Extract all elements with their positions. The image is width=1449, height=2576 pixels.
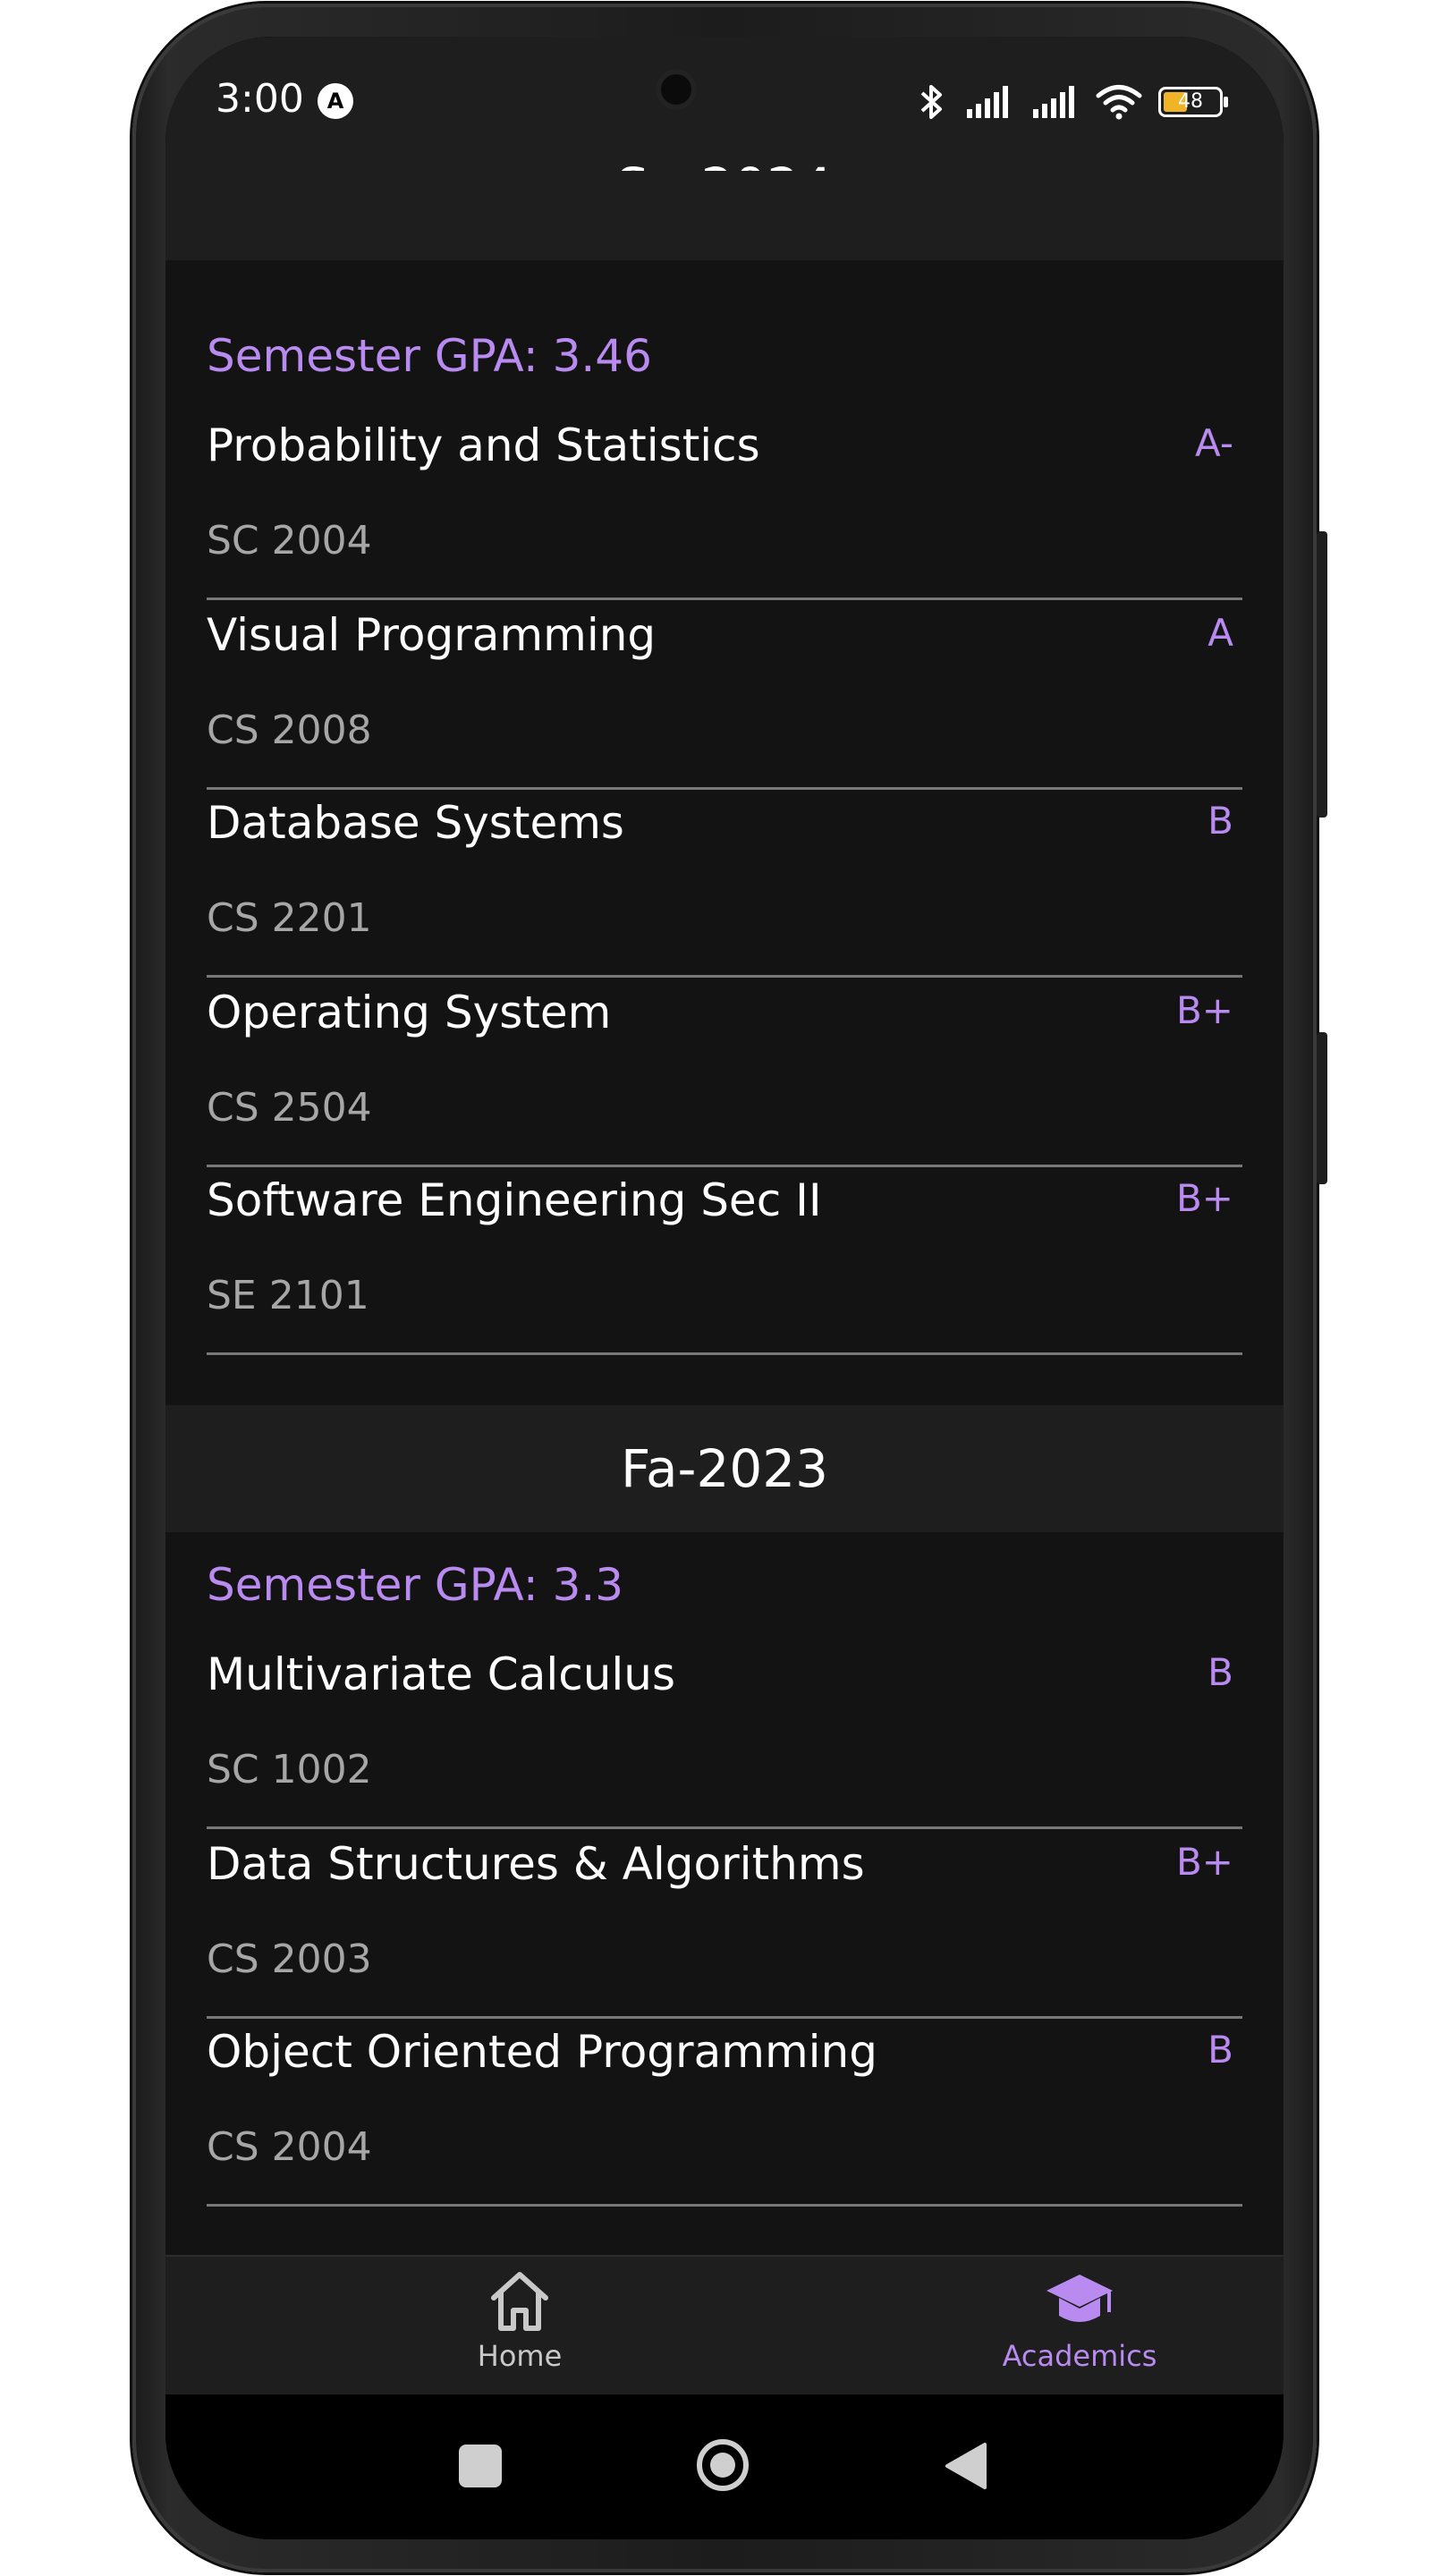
battery-level: 48 [1178,90,1203,113]
front-camera [656,69,697,110]
wifi-icon [1096,85,1142,120]
course-name: Probability and Statistics [207,419,760,471]
signal-icon [967,86,1008,118]
course-grade: B [1208,1650,1233,1694]
status-icons: 48 [917,80,1228,124]
course-row[interactable]: Object Oriented Programming CS 2004 B [207,2017,1242,2207]
course-row[interactable]: Data Structures & Algorithms CS 2003 B+ [207,1829,1242,2019]
course-name: Object Oriented Programming [207,2026,877,2078]
status-bar: 3:00 A 48 [165,37,1284,217]
power-button [1317,1032,1327,1184]
nav-home-label: Home [477,2339,563,2373]
volume-button [1317,531,1327,818]
semester-gpa: Semester GPA: 3.3 [207,1559,624,1611]
app: 3:00 A 48 Semester GPA: 3.46 Probability… [165,37,1284,2539]
semester-section-fa-2023: Semester GPA: 3.3 Multivariate Calculus … [165,1532,1284,2255]
course-code: SC 2004 [207,518,372,564]
course-name: Database Systems [207,797,624,849]
signal-icon [1033,86,1074,118]
header-sp-2024 [165,171,1284,260]
app-notification-icon: A [318,83,353,119]
course-code: SE 2101 [207,1273,369,1318]
semester-title: Fa-2023 [620,1438,829,1499]
course-code: SC 1002 [207,1747,372,1792]
course-name: Multivariate Calculus [207,1648,676,1700]
course-row[interactable]: Visual Programming CS 2008 A [207,600,1242,790]
screen: 3:00 A 48 Semester GPA: 3.46 Probability… [165,37,1284,2539]
graduation-cap-icon [1046,2275,1113,2322]
course-code: CS 2004 [207,2124,372,2170]
recents-button[interactable] [459,2445,502,2487]
semester-section-sp-2024: Semester GPA: 3.46 Probability and Stati… [165,260,1284,1405]
battery-icon: 48 [1158,87,1228,117]
course-name: Visual Programming [207,609,657,661]
back-button[interactable] [942,2441,988,2491]
course-code: CS 2504 [207,1085,372,1131]
home-button[interactable] [697,2439,749,2491]
course-row[interactable]: Database Systems CS 2201 B [207,788,1242,978]
nav-home[interactable]: Home [386,2266,654,2373]
bluetooth-icon [920,85,942,119]
nav-academics[interactable]: Academics [945,2266,1214,2373]
course-row[interactable]: Software Engineering Sec II SE 2101 B+ [207,1165,1242,1355]
course-grade: A [1208,611,1233,655]
course-grade: B+ [1175,1176,1233,1220]
course-code: CS 2003 [207,1936,372,1982]
course-name: Data Structures & Algorithms [207,1838,865,1890]
course-grade: B [1208,2028,1233,2072]
semester-gpa: Semester GPA: 3.46 [207,330,652,382]
course-name: Software Engineering Sec II [207,1174,822,1226]
status-time: 3:00 [216,76,304,122]
system-navigation-bar [165,2394,1284,2539]
course-grade: B [1208,799,1233,843]
header-fa-2023: Fa-2023 [165,1405,1284,1532]
course-code: CS 2201 [207,895,372,941]
bottom-navigation: Home Academics [165,2255,1284,2396]
course-name: Operating System [207,987,612,1038]
phone-frame: 3:00 A 48 Semester GPA: 3.46 Probability… [132,4,1327,2572]
course-row[interactable]: Multivariate Calculus SC 1002 B [207,1640,1242,1829]
course-grade: A- [1195,421,1233,465]
course-grade: B+ [1175,988,1233,1032]
nav-academics-label: Academics [1002,2339,1157,2373]
course-row[interactable]: Operating System CS 2504 B+ [207,978,1242,1167]
course-code: CS 2008 [207,708,372,753]
course-grade: B+ [1175,1840,1233,1884]
home-icon [491,2272,548,2331]
course-row[interactable]: Probability and Statistics SC 2004 A- [207,411,1242,600]
